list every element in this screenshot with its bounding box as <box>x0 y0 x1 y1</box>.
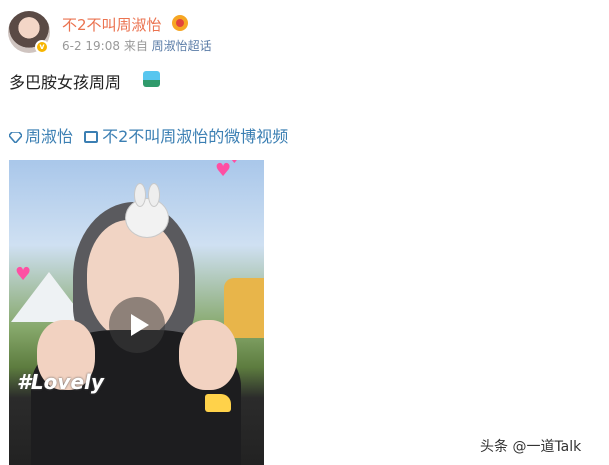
heart-sticker-icon: ♥ <box>15 264 32 285</box>
video-link-label: 不2不叫周淑怡的微博视频 <box>102 127 289 146</box>
source-topic-link[interactable]: 周淑怡超话 <box>152 39 212 53</box>
cheese-sticker-icon <box>205 394 231 412</box>
landscape-emoji-icon <box>143 71 160 87</box>
hut-shape <box>224 278 264 338</box>
verified-badge-icon: v <box>35 40 49 54</box>
username[interactable]: 不2不叫周淑怡 <box>62 14 162 35</box>
crown-badge-icon <box>172 15 188 31</box>
topic-link-label: 周淑怡 <box>25 127 74 146</box>
source-prefix: 来自 <box>123 39 148 53</box>
video-player[interactable]: ♥ ♥ ♥ #Lovely <box>9 160 264 465</box>
post-meta: 6-2 19:08 来自 周淑怡超话 <box>62 37 212 54</box>
watermark: 头条 @一道Talk <box>480 439 582 455</box>
play-icon[interactable] <box>109 297 165 353</box>
bunny-sticker-icon <box>125 183 169 238</box>
post-links: 周淑怡 不2不叫周淑怡的微博视频 <box>9 123 294 147</box>
video-link[interactable]: 不2不叫周淑怡的微博视频 <box>84 123 288 147</box>
heart-sticker-icon: ♥ <box>229 160 240 166</box>
topic-link[interactable]: 周淑怡 <box>9 123 73 147</box>
post-timestamp[interactable]: 6-2 19:08 <box>62 39 120 53</box>
video-overlay-text: #Lovely <box>17 370 104 394</box>
right-hand-shape <box>179 320 237 390</box>
diamond-icon <box>9 132 22 143</box>
video-icon <box>84 131 99 143</box>
post-text: 多巴胺女孩周周 <box>9 73 122 92</box>
